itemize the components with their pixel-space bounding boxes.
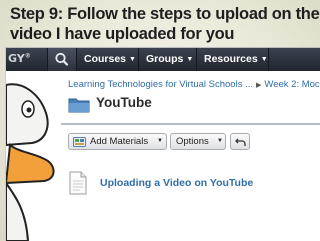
- main-content: Learning Technologies for Virtual School…: [61, 71, 320, 241]
- search-button[interactable]: [48, 48, 76, 71]
- nav-groups[interactable]: Groups ▼: [146, 53, 193, 65]
- nav-divider: [196, 48, 197, 71]
- undo-icon: [235, 138, 246, 146]
- search-icon: [55, 52, 69, 66]
- nav-courses[interactable]: Courses ▼: [84, 53, 136, 65]
- chevron-down-icon: ▼: [129, 56, 136, 63]
- nav-divider: [138, 48, 139, 71]
- material-list-item[interactable]: Uploading a Video on YouTube: [68, 171, 318, 197]
- material-link[interactable]: Uploading a Video on YouTube: [100, 177, 253, 189]
- add-materials-icon: [73, 137, 86, 147]
- undo-button[interactable]: [230, 133, 250, 150]
- slide-title-line-2: video I have uploaded for you: [10, 25, 235, 43]
- page-title: YouTube: [96, 95, 152, 110]
- breadcrumb-week-link[interactable]: Week 2: Moc: [264, 79, 319, 90]
- document-icon: [69, 171, 87, 195]
- nav-divider: [76, 48, 77, 71]
- chevron-down-icon: ▼: [260, 56, 268, 63]
- nav-divider: [268, 48, 269, 71]
- breadcrumb-course-link[interactable]: Learning Technologies for Virtual School…: [68, 79, 253, 90]
- options-button[interactable]: Options ▼: [170, 133, 226, 150]
- slide-title-line-1: Step 9: Follow the steps to upload on th…: [10, 5, 320, 23]
- breadcrumb: Learning Technologies for Virtual School…: [68, 79, 320, 90]
- chevron-down-icon: ▼: [186, 56, 194, 63]
- folder-icon: [68, 98, 90, 113]
- site-logo[interactable]: GY®: [8, 52, 31, 65]
- screenshot-frame: GY® Courses ▼ Groups ▼ Resources ▼ Learning…: [5, 47, 320, 241]
- header-divider: [61, 123, 320, 125]
- chevron-down-icon: ▼: [157, 138, 163, 144]
- mascot-illustration: [6, 83, 55, 241]
- nav-resources[interactable]: Resources ▼: [204, 53, 268, 65]
- chevron-down-icon: ▼: [217, 138, 223, 144]
- breadcrumb-arrow-icon: ▶: [256, 82, 262, 89]
- top-navigation-bar: GY® Courses ▼ Groups ▼ Resources ▼: [6, 48, 320, 71]
- add-materials-button[interactable]: Add Materials ▼: [68, 133, 167, 150]
- slide-title: Step 9: Follow the steps to upload on th…: [10, 4, 320, 44]
